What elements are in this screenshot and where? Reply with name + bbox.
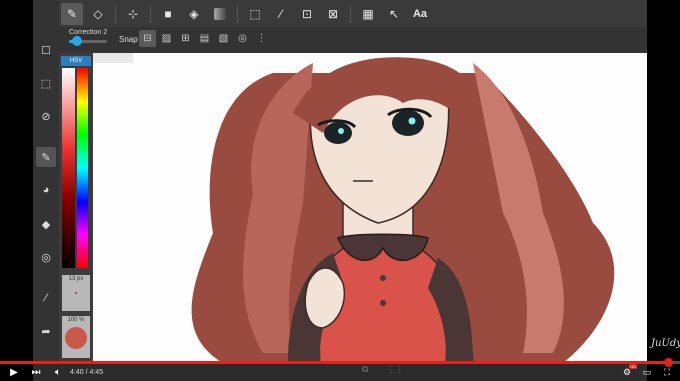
snap-label: Snap: [119, 35, 138, 44]
transform-tool-button[interactable]: ⊠: [322, 3, 344, 25]
character-illustration: [191, 57, 615, 363]
correction-control: Correction 2: [69, 29, 119, 46]
brush-size-control[interactable]: 13 px: [62, 275, 90, 311]
play-icon[interactable]: ▶: [6, 365, 22, 381]
pointer-tool-button[interactable]: ↖: [383, 3, 405, 25]
eyedropper-icon[interactable]: ⁄: [36, 288, 56, 308]
artist-signature: JuUdy: [651, 338, 680, 349]
brush-tool-button[interactable]: ✎: [61, 2, 83, 25]
fill-rect-tool-button[interactable]: ■: [157, 3, 179, 25]
opacity-control[interactable]: 100 %: [62, 316, 90, 358]
gradient-tool-button[interactable]: [214, 7, 226, 20]
correction-label: Correction 2: [69, 29, 108, 36]
divider: [237, 4, 238, 23]
player-right-controls: ⚙ HD ▭ ⛶: [614, 363, 674, 381]
magic-wand-tool-button[interactable]: ⁄: [270, 3, 292, 25]
canvas-edge: [93, 53, 133, 63]
layout-tool-button[interactable]: ▦: [357, 3, 379, 25]
video-time: 4:40 / 4:45: [70, 369, 104, 376]
correction-slider[interactable]: [69, 36, 107, 46]
move-tool-button[interactable]: ⊹: [122, 3, 144, 25]
video-controls: ▶ ⏭ 🔈︎ 4:40 / 4:45 ⚙ HD ▭ ⛶: [0, 363, 680, 381]
opacity-value: 100 %: [67, 317, 85, 323]
snap-options: ⊟ ▨ ⊞ ▤ ▧ ◎ ⋮: [139, 30, 272, 47]
palette-icon[interactable]: ◕: [36, 180, 56, 200]
snap-diagonal-icon[interactable]: ▧: [215, 30, 232, 47]
left-sidebar: ☐ ⬚ ⊘ ✎ ◕ ◆ ◎ ⁄ ➦: [33, 0, 59, 362]
main-toolbar: ≡ ✎ ◇ ⊹ ■ ◈ ⬚ ⁄ ⊡ ⊠ ▦ ↖ Aa: [33, 0, 647, 27]
edit-icon[interactable]: ☐: [36, 40, 56, 60]
correction-slider-knob[interactable]: [71, 36, 82, 46]
layers-icon[interactable]: ◆: [36, 214, 56, 234]
more-options-icon[interactable]: ⋮: [253, 30, 270, 47]
bucket-tool-button[interactable]: ◈: [183, 3, 205, 25]
redo-icon[interactable]: ➦: [36, 321, 56, 341]
divider: [115, 4, 116, 23]
color-panel: HSV 13 px 100 %: [59, 53, 93, 363]
saturation-value-picker[interactable]: [62, 68, 75, 268]
eraser-tool-button[interactable]: ◇: [87, 3, 109, 25]
select-tool-button[interactable]: ⬚: [244, 3, 266, 25]
hue-slider[interactable]: [77, 68, 88, 268]
divider: [150, 4, 151, 23]
snap-concentric-icon[interactable]: ◎: [234, 30, 251, 47]
color-mode-label[interactable]: HSV: [61, 56, 91, 66]
fullscreen-icon[interactable]: ⛶: [660, 366, 674, 380]
current-color-swatch: [65, 327, 87, 349]
divider: [350, 4, 351, 23]
snap-parallel-icon[interactable]: ▨: [158, 30, 175, 47]
volume-icon[interactable]: 🔈︎: [50, 365, 66, 381]
selection-icon[interactable]: ⬚: [36, 73, 56, 93]
edit-select-tool-button[interactable]: ⊡: [296, 3, 318, 25]
brush-options-bar: Correction 2 Snap ⊟ ▨ ⊞ ▤ ▧ ◎ ⋮: [59, 27, 647, 53]
brush-size-value: 13 px: [68, 276, 84, 282]
app-window: ≡ ✎ ◇ ⊹ ■ ◈ ⬚ ⁄ ⊡ ⊠ ▦ ↖ Aa ☐ ⬚ ⊘ ✎ ◕ ◆ ◎…: [33, 0, 647, 381]
drawing-canvas[interactable]: [93, 53, 647, 363]
theater-mode-icon[interactable]: ▭: [640, 366, 654, 380]
settings-icon[interactable]: ⚙ HD: [620, 363, 637, 380]
text-tool-button[interactable]: Aa: [409, 3, 431, 25]
snap-cross-icon[interactable]: ⊞: [177, 30, 194, 47]
material-icon[interactable]: ◎: [36, 247, 56, 267]
rotate-icon[interactable]: ⊘: [36, 106, 56, 126]
brush-icon[interactable]: ✎: [36, 147, 56, 167]
snap-horizontal-icon[interactable]: ▤: [196, 30, 213, 47]
brush-size-preview: [75, 292, 77, 294]
next-icon[interactable]: ⏭: [28, 365, 44, 381]
snap-off-icon[interactable]: ⊟: [139, 30, 156, 47]
